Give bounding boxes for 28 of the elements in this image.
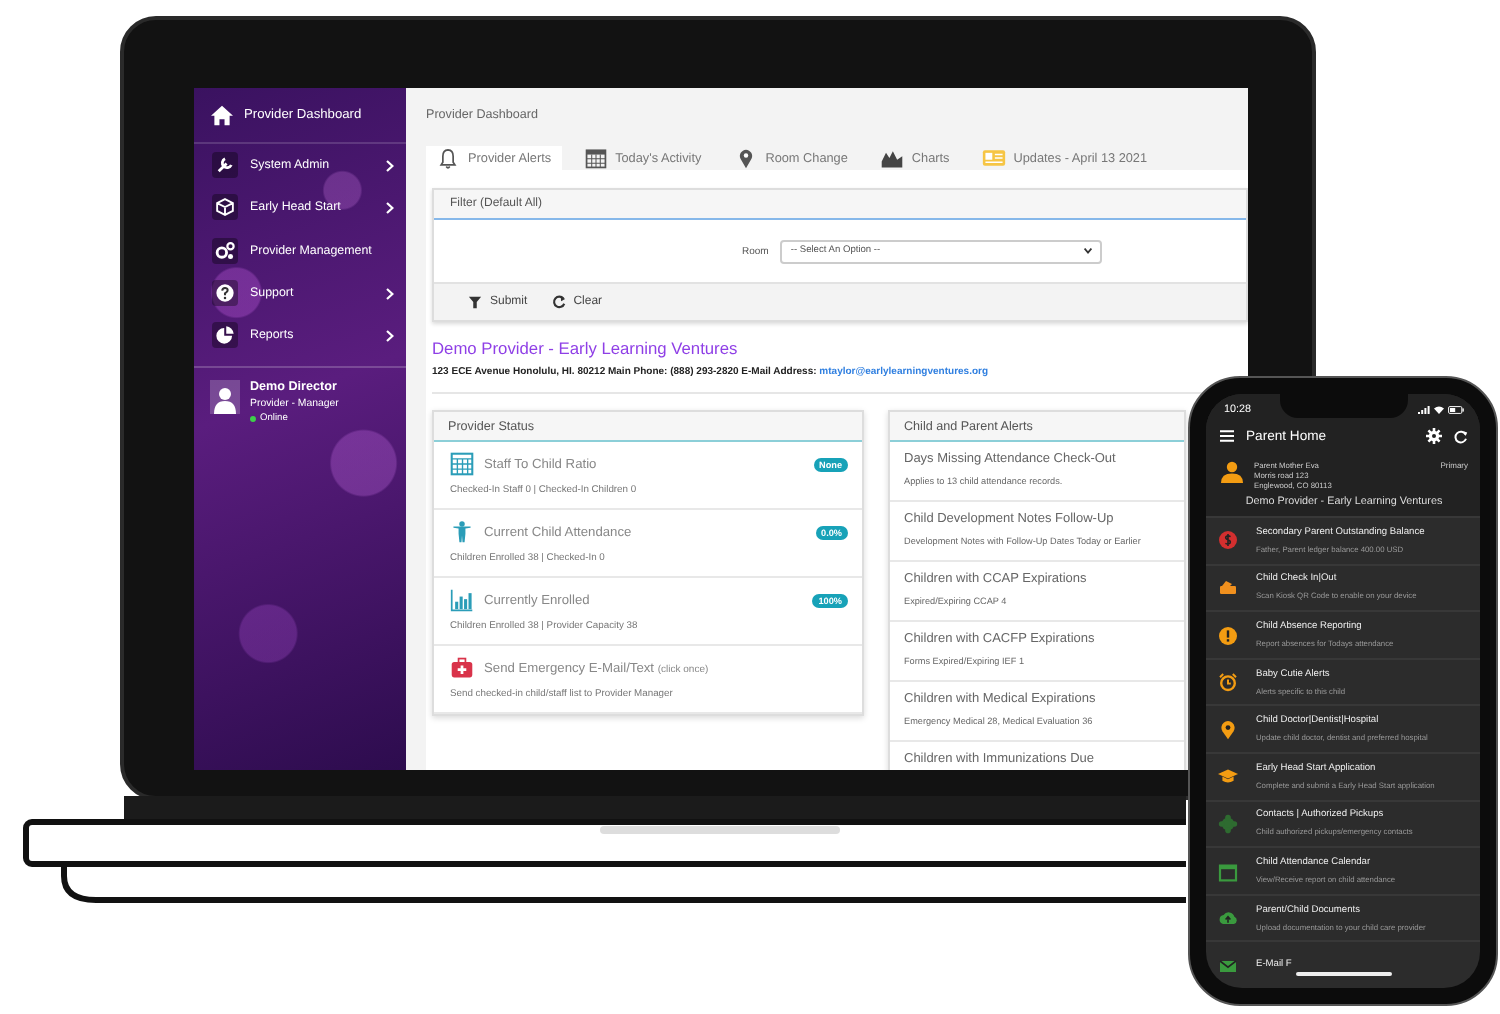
- area-chart-icon: [879, 146, 904, 170]
- refresh-icon: [551, 294, 566, 310]
- cube-icon: [214, 196, 236, 219]
- child-figure-icon: [450, 520, 474, 544]
- refresh-icon[interactable]: [1454, 429, 1468, 444]
- news-card-icon: [981, 146, 1006, 170]
- pie-chart-icon: [214, 324, 236, 347]
- battery-icon: [1448, 405, 1464, 414]
- gears-icon: [214, 239, 236, 262]
- caret-icon: [1084, 248, 1093, 254]
- menu-icon[interactable]: [1220, 430, 1234, 443]
- help-icon: [214, 282, 236, 305]
- filter-icon: [468, 294, 482, 310]
- bell-icon: [436, 146, 460, 170]
- wrench-icon: [214, 154, 236, 177]
- provider-name: Demo Provider - Early Learning Ventures: [432, 338, 738, 358]
- settings-icon[interactable]: [1426, 428, 1442, 445]
- signal-icon: [1418, 405, 1430, 414]
- status-dot-icon: [250, 416, 256, 423]
- calendar-icon: [583, 146, 608, 170]
- wifi-icon: [1434, 405, 1444, 414]
- home-indicator: [1295, 971, 1391, 976]
- avatar-icon: [210, 380, 240, 415]
- first-aid-kit-icon: [450, 656, 474, 680]
- bar-chart-icon: [450, 588, 474, 612]
- table-grid-icon: [450, 452, 474, 476]
- home-icon: [210, 104, 234, 126]
- person-icon: [1220, 460, 1244, 485]
